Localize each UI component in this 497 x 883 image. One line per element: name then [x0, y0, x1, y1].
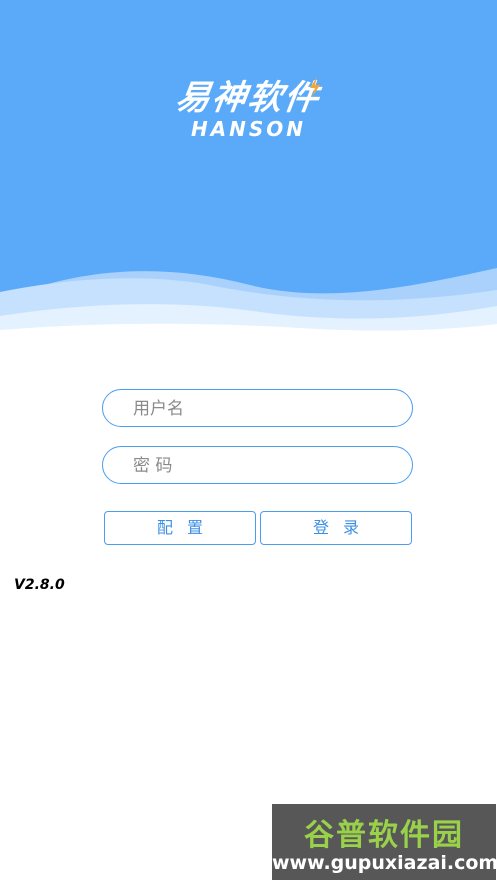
login-button[interactable]: 登录 [260, 511, 412, 545]
password-input[interactable] [131, 447, 405, 485]
config-button[interactable]: 配置 [104, 511, 256, 545]
watermark-url: www.gupuxiazai.com [272, 852, 497, 874]
username-input[interactable] [131, 390, 405, 428]
wave-decoration [0, 268, 497, 345]
logo-chinese-name: 易神软件 [173, 78, 323, 118]
watermark: 谷普软件园 www.gupuxiazai.com [272, 804, 497, 880]
watermark-text: 谷普软件园 [304, 818, 464, 853]
version-label: V2.8.0 [14, 577, 65, 593]
header-banner: 易神软件 HANSON [0, 0, 497, 345]
lightning-icon [310, 77, 320, 97]
password-field[interactable] [102, 446, 413, 485]
username-field[interactable] [102, 389, 413, 428]
logo-english-name: HANSON [190, 117, 307, 141]
